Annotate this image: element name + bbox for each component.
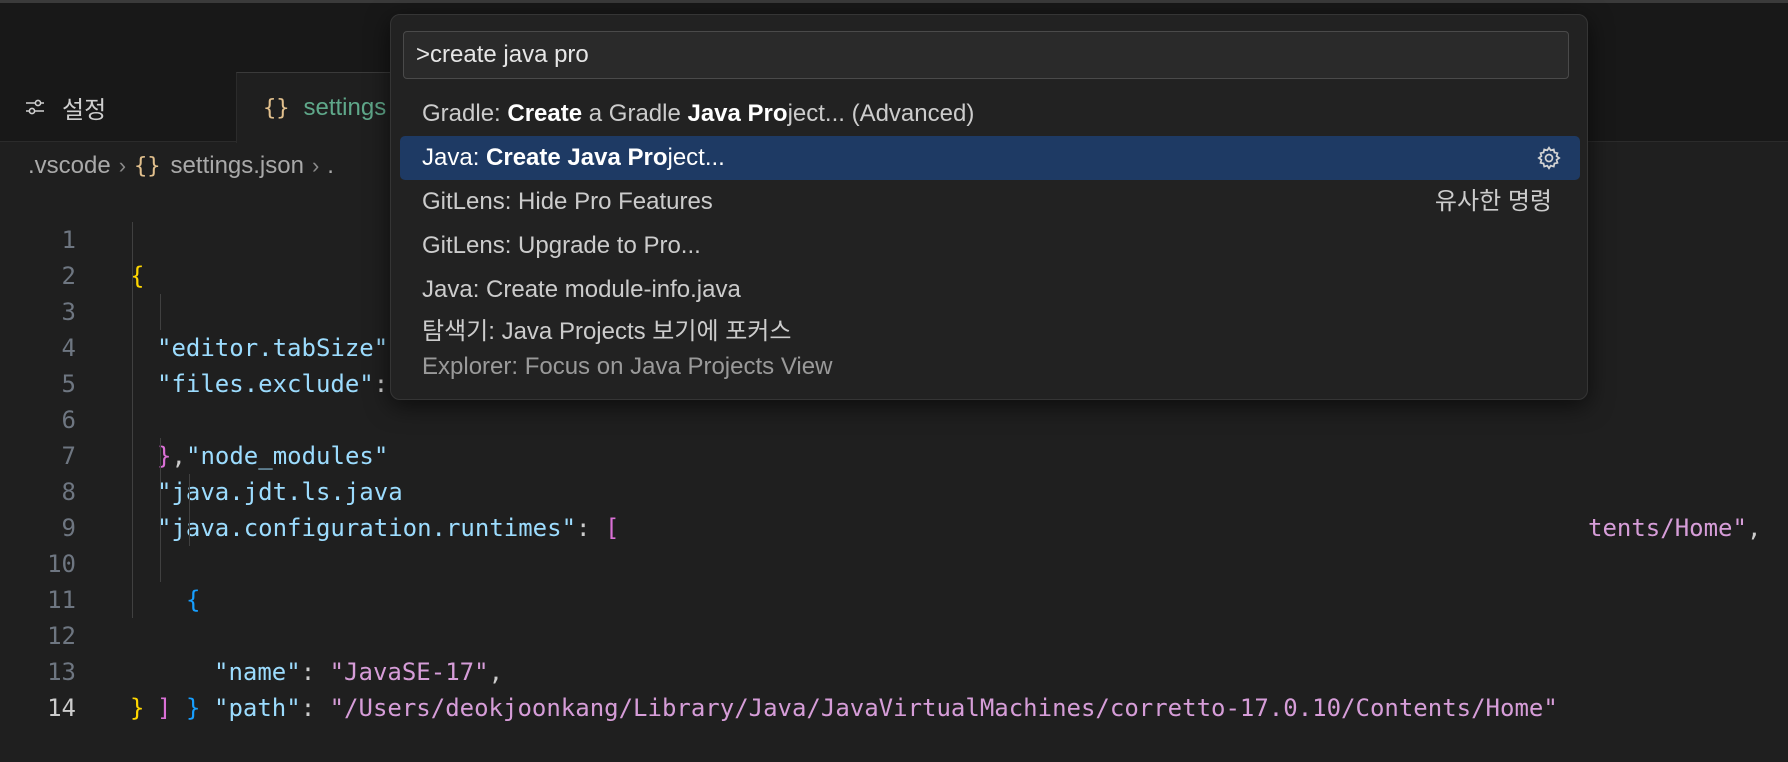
tab-label: settings: [303, 94, 387, 121]
command-list: Gradle: Create a Gradle Java Project... …: [400, 92, 1580, 386]
settings-sliders-icon: [26, 99, 44, 115]
similar-commands-label: 유사한 명령: [1434, 188, 1552, 215]
command-palette: Gradle: Create a Gradle Java Project... …: [390, 14, 1588, 400]
code-line: 14: [0, 654, 1788, 722]
json-string-value: "/Users/deokjoonkang/Library/Java/JavaVi…: [329, 694, 1558, 722]
command-item[interactable]: 탐색기: Java Projects 보기에 포커스 Explorer: Foc…: [400, 312, 1580, 386]
line-number: 14: [47, 694, 76, 722]
tab-settings-ui[interactable]: 설정: [0, 72, 236, 142]
code-line: 9 "name": "JavaSE-17",: [0, 474, 1788, 686]
code-line: 10 "path": "/Users/deokjoonkang/Library/…: [0, 510, 1788, 722]
code-line: 11 }: [0, 546, 1788, 722]
json-braces-icon: {}: [263, 95, 290, 121]
command-item[interactable]: Gradle: Create a Gradle Java Project... …: [400, 92, 1580, 136]
breadcrumb: .vscode › {} settings.json › .: [28, 146, 334, 186]
code-line: 13 }: [0, 618, 1788, 722]
code-line: 7 "java.configuration.runtimes": [: [0, 402, 1788, 542]
command-item[interactable]: GitLens: Hide Pro Features 유사한 명령: [400, 180, 1580, 224]
gear-icon[interactable]: [1536, 145, 1562, 171]
breadcrumb-folder[interactable]: .vscode: [28, 152, 111, 180]
command-item-selected[interactable]: Java: Create Java Project...: [400, 136, 1580, 180]
command-item[interactable]: GitLens: Upgrade to Pro...: [400, 224, 1580, 268]
chevron-right-icon: ›: [311, 153, 320, 178]
chevron-right-icon: ›: [118, 153, 127, 178]
json-key: "path": [214, 694, 301, 722]
command-item-subtitle: Explorer: Focus on Java Projects View: [422, 353, 833, 380]
breadcrumb-trail[interactable]: .: [327, 152, 334, 180]
bracket: ]: [157, 694, 172, 722]
command-input[interactable]: [403, 31, 1569, 79]
brace: }: [186, 694, 201, 722]
json-braces-icon: {}: [134, 153, 161, 179]
code-line: 12 ]: [0, 582, 1788, 722]
tab-label: 설정: [62, 96, 107, 124]
code-line: 8 {: [0, 438, 1788, 614]
breadcrumb-file[interactable]: settings.json: [171, 152, 304, 180]
brace: }: [130, 694, 145, 722]
punctuation: :: [300, 694, 330, 722]
command-item[interactable]: Java: Create module-info.java: [400, 268, 1580, 312]
